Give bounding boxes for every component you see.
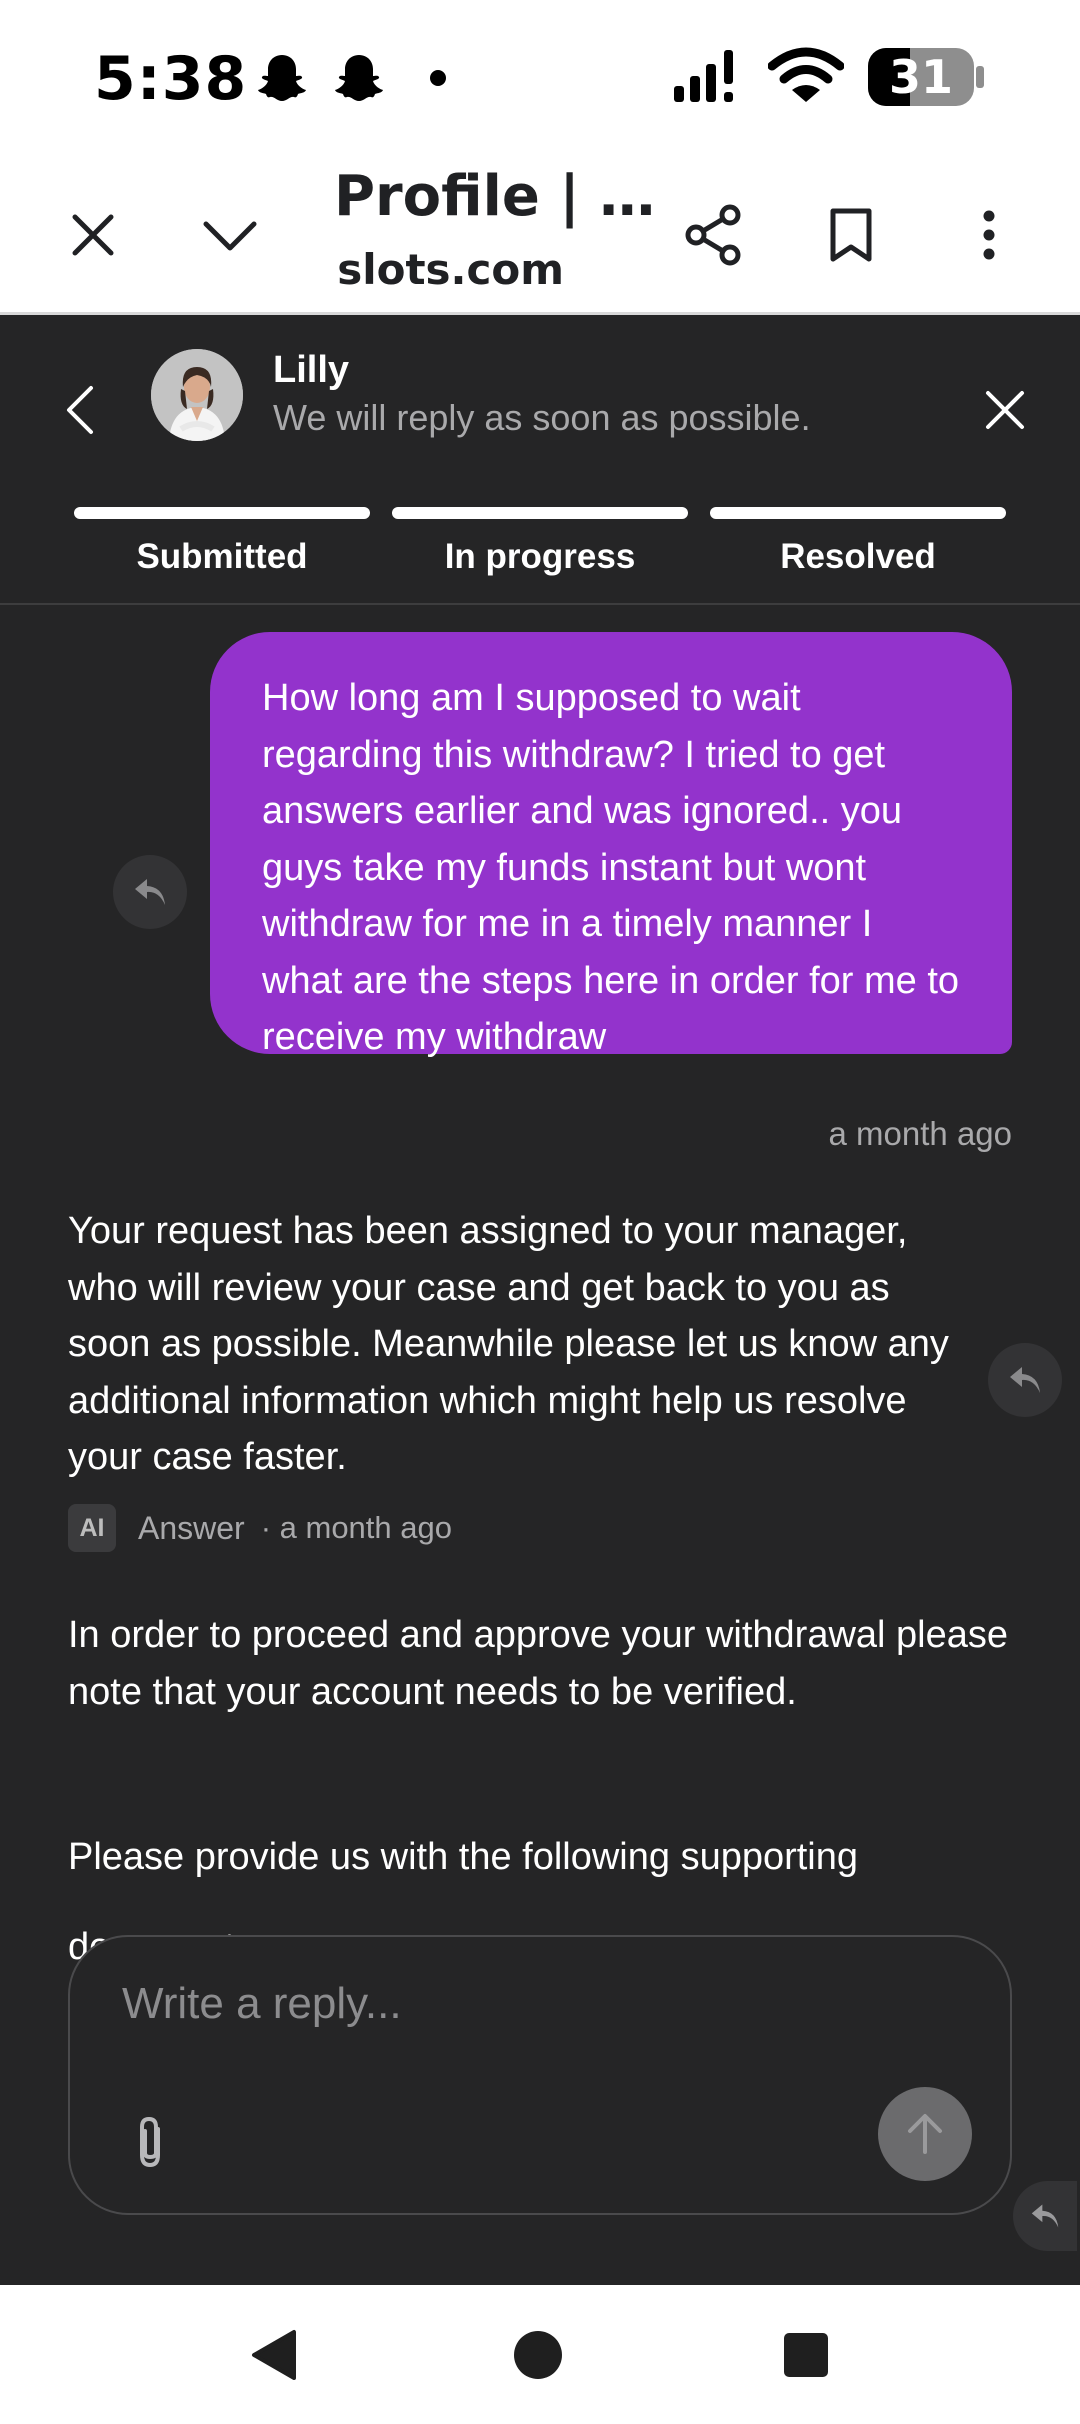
arrow-up-icon bbox=[905, 2112, 945, 2156]
step-bar bbox=[392, 507, 688, 519]
step-label: In progress bbox=[444, 537, 636, 576]
notification-dot-icon bbox=[429, 69, 447, 87]
message-meta: AI Answer · a month ago bbox=[68, 1504, 452, 1552]
back-button[interactable] bbox=[50, 365, 110, 455]
bookmark-icon bbox=[829, 207, 873, 263]
user-message-bubble: How long am I supposed to wait regarding… bbox=[210, 632, 1012, 1058]
chat-header: Lilly We will reply as soon as possible.… bbox=[0, 315, 1080, 605]
close-tab-button[interactable] bbox=[48, 190, 138, 280]
close-icon bbox=[985, 390, 1025, 430]
nav-back-button[interactable] bbox=[233, 2315, 313, 2395]
reply-button[interactable] bbox=[113, 855, 187, 929]
share-icon bbox=[684, 204, 742, 266]
answer-label: Answer bbox=[138, 1509, 245, 1546]
agent-message: Your request has been assigned to your m… bbox=[68, 1210, 949, 1478]
reply-button[interactable] bbox=[1013, 2181, 1077, 2251]
nav-home-button[interactable] bbox=[498, 2315, 578, 2395]
reply-icon bbox=[1008, 1365, 1042, 1395]
step-bar bbox=[710, 507, 1006, 519]
circle-home-icon bbox=[512, 2329, 564, 2381]
step-submitted: Submitted bbox=[74, 507, 370, 577]
bookmark-button[interactable] bbox=[806, 190, 896, 280]
agent-status: We will reply as soon as possible. bbox=[273, 397, 811, 438]
reply-button[interactable] bbox=[988, 1343, 1062, 1417]
system-navigation-bar bbox=[0, 2285, 1080, 2424]
agent-name: Lilly bbox=[273, 349, 350, 391]
reply-icon bbox=[1030, 2202, 1060, 2230]
chevron-down-icon bbox=[202, 218, 258, 252]
chat-panel: Lilly We will reply as soon as possible.… bbox=[0, 315, 1080, 2285]
paperclip-icon bbox=[132, 2115, 168, 2169]
close-chat-button[interactable] bbox=[960, 365, 1050, 455]
status-bar: 5:38 31 bbox=[0, 0, 1080, 150]
ai-badge: AI bbox=[68, 1504, 116, 1552]
signal-icon bbox=[672, 48, 748, 104]
page-url[interactable]: nslots.com bbox=[334, 245, 564, 294]
share-button[interactable] bbox=[668, 190, 758, 280]
step-resolved: Resolved bbox=[710, 507, 1006, 577]
square-recents-icon bbox=[783, 2332, 829, 2378]
status-time: 5:38 bbox=[94, 44, 248, 114]
snapchat-icon bbox=[332, 52, 386, 102]
nav-recents-button[interactable] bbox=[766, 2315, 846, 2395]
snapchat-icon bbox=[255, 52, 309, 102]
triangle-back-icon bbox=[248, 2328, 298, 2382]
avatar bbox=[151, 349, 243, 441]
step-bar bbox=[74, 507, 370, 519]
reply-input[interactable] bbox=[122, 1979, 822, 2029]
more-vert-icon bbox=[982, 210, 996, 260]
page-title: Profile | … bbox=[334, 164, 656, 229]
reply-icon bbox=[133, 877, 167, 907]
battery-icon: 31 bbox=[866, 46, 986, 108]
agent-message: In order to proceed and approve your wit… bbox=[68, 1614, 1009, 1713]
browser-toolbar: Profile | … nslots.com bbox=[0, 150, 1080, 315]
minimize-button[interactable] bbox=[185, 190, 275, 280]
reply-composer bbox=[68, 1935, 1012, 2215]
attach-button[interactable] bbox=[120, 2107, 180, 2177]
step-in-progress: In progress bbox=[392, 507, 688, 577]
chevron-left-icon bbox=[65, 384, 95, 436]
answer-timestamp: · a month ago bbox=[260, 1510, 452, 1545]
status-progress: Submitted In progress Resolved bbox=[74, 507, 1006, 577]
wifi-icon bbox=[768, 46, 844, 106]
message-timestamp: a month ago bbox=[828, 1115, 1012, 1152]
close-icon bbox=[71, 213, 115, 257]
send-button[interactable] bbox=[878, 2087, 972, 2181]
step-label: Submitted bbox=[136, 537, 308, 576]
step-label: Resolved bbox=[780, 537, 936, 576]
more-options-button[interactable] bbox=[944, 190, 1034, 280]
battery-level: 31 bbox=[888, 50, 953, 104]
